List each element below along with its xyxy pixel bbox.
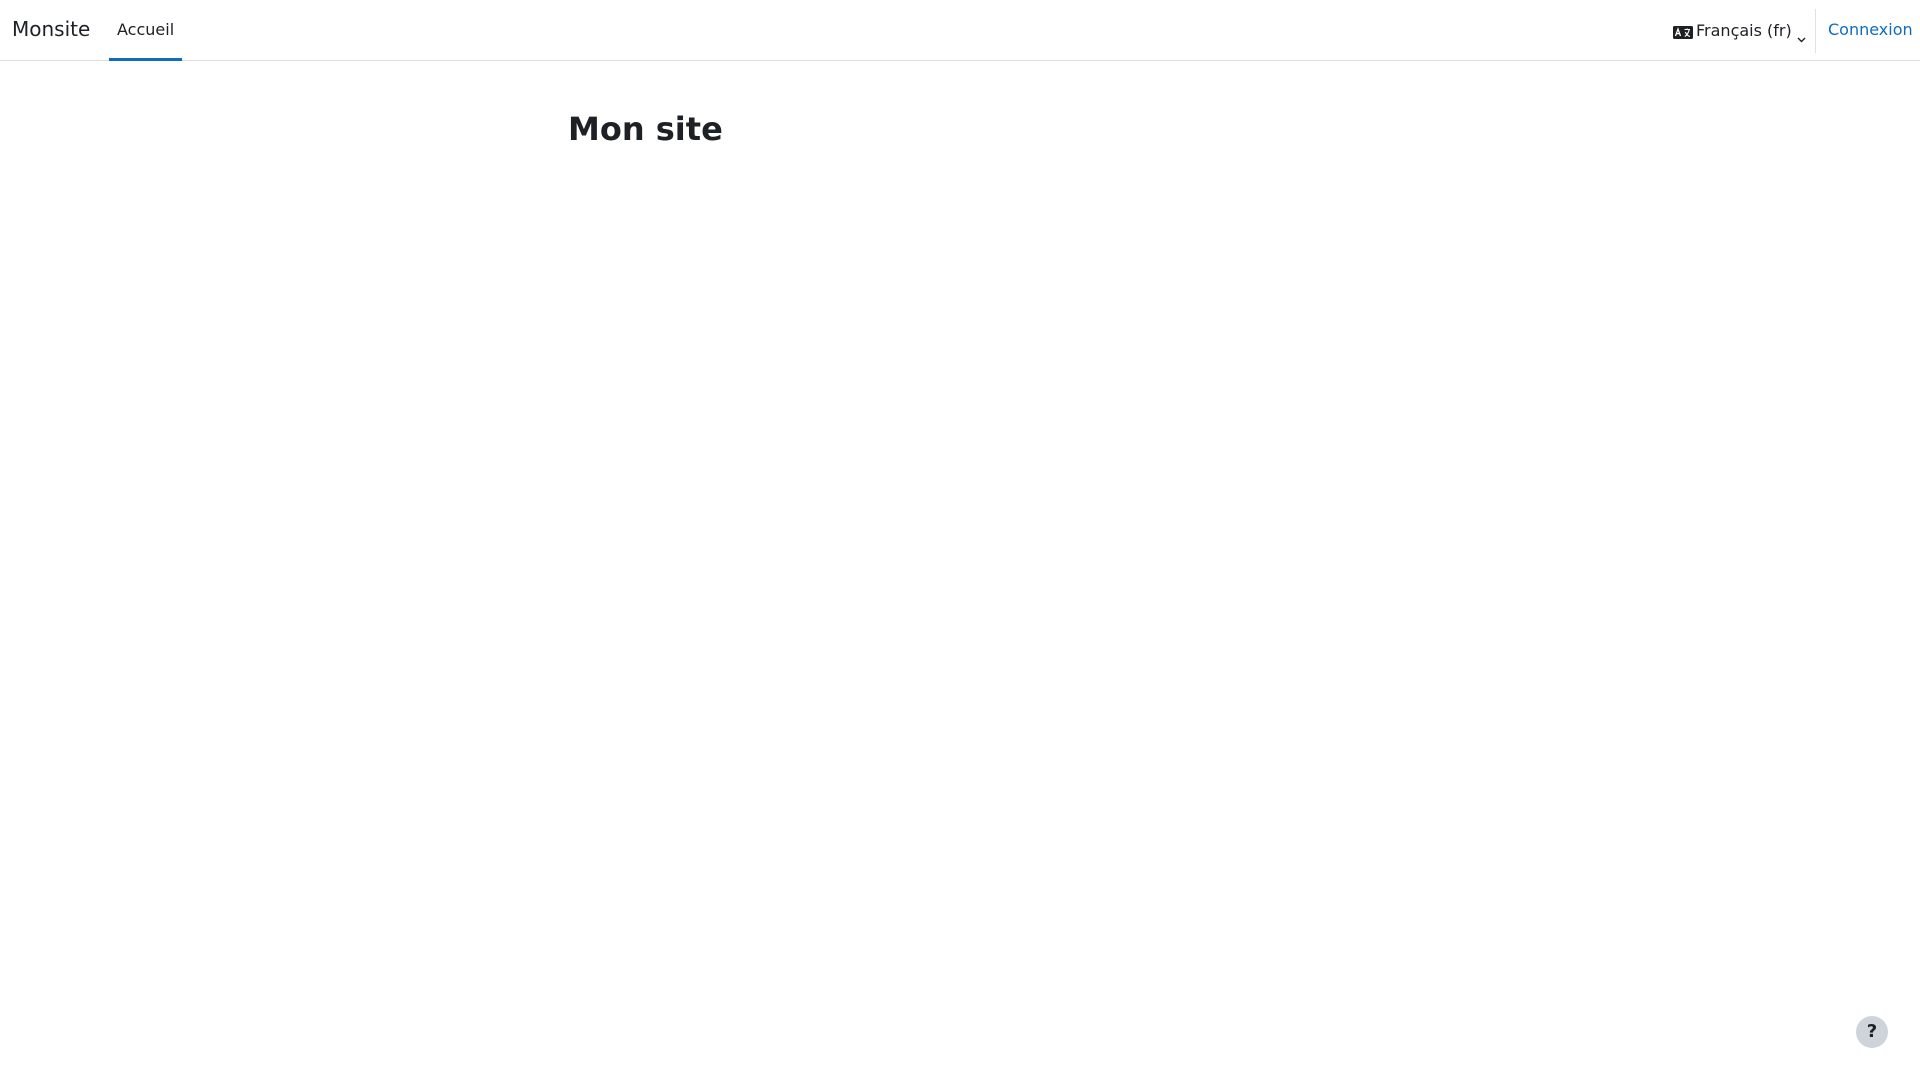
login-link[interactable]: Connexion <box>1828 0 1913 60</box>
top-navbar: Monsite Accueil Français (fr) Connexion <box>0 0 1920 61</box>
language-label: Français (fr) <box>1696 20 1792 40</box>
help-button[interactable]: ? <box>1856 1016 1888 1048</box>
chevron-down-icon <box>1797 28 1806 43</box>
nav-tab-accueil[interactable]: Accueil <box>109 0 183 61</box>
page-title: Mon site <box>568 110 723 148</box>
navbar-divider <box>1815 9 1816 53</box>
language-menu[interactable]: Français (fr) <box>1673 0 1806 60</box>
language-icon <box>1673 24 1693 39</box>
site-brand-link[interactable]: Monsite <box>12 0 90 60</box>
primary-navigation: Accueil <box>109 0 183 61</box>
